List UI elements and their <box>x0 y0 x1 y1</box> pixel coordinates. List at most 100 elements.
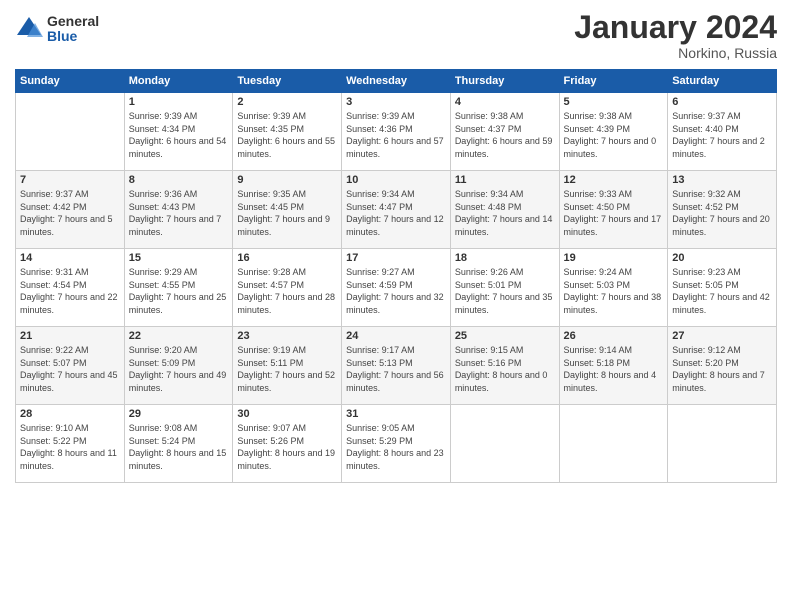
calendar-cell: 30 Sunrise: 9:07 AMSunset: 5:26 PMDaylig… <box>233 405 342 483</box>
col-friday: Friday <box>559 70 668 93</box>
week-row-5: 28 Sunrise: 9:10 AMSunset: 5:22 PMDaylig… <box>16 405 777 483</box>
calendar-cell: 27 Sunrise: 9:12 AMSunset: 5:20 PMDaylig… <box>668 327 777 405</box>
day-info: Sunrise: 9:37 AMSunset: 4:42 PMDaylight:… <box>20 188 120 238</box>
day-info: Sunrise: 9:38 AMSunset: 4:39 PMDaylight:… <box>564 110 664 160</box>
day-number: 17 <box>346 252 446 264</box>
day-info: Sunrise: 9:35 AMSunset: 4:45 PMDaylight:… <box>237 188 337 238</box>
calendar-cell: 1 Sunrise: 9:39 AMSunset: 4:34 PMDayligh… <box>124 93 233 171</box>
day-info: Sunrise: 9:17 AMSunset: 5:13 PMDaylight:… <box>346 344 446 394</box>
day-info: Sunrise: 9:34 AMSunset: 4:47 PMDaylight:… <box>346 188 446 238</box>
day-info: Sunrise: 9:27 AMSunset: 4:59 PMDaylight:… <box>346 266 446 316</box>
day-number: 3 <box>346 96 446 108</box>
day-info: Sunrise: 9:28 AMSunset: 4:57 PMDaylight:… <box>237 266 337 316</box>
day-number: 29 <box>129 408 229 420</box>
calendar-cell: 23 Sunrise: 9:19 AMSunset: 5:11 PMDaylig… <box>233 327 342 405</box>
day-info: Sunrise: 9:22 AMSunset: 5:07 PMDaylight:… <box>20 344 120 394</box>
header-row: Sunday Monday Tuesday Wednesday Thursday… <box>16 70 777 93</box>
day-info: Sunrise: 9:36 AMSunset: 4:43 PMDaylight:… <box>129 188 229 238</box>
calendar-cell: 11 Sunrise: 9:34 AMSunset: 4:48 PMDaylig… <box>450 171 559 249</box>
logo: General Blue <box>15 14 99 45</box>
day-number: 30 <box>237 408 337 420</box>
day-number: 22 <box>129 330 229 342</box>
day-number: 7 <box>20 174 120 186</box>
calendar-cell: 6 Sunrise: 9:37 AMSunset: 4:40 PMDayligh… <box>668 93 777 171</box>
day-number: 21 <box>20 330 120 342</box>
day-info: Sunrise: 9:31 AMSunset: 4:54 PMDaylight:… <box>20 266 120 316</box>
col-wednesday: Wednesday <box>342 70 451 93</box>
calendar-cell: 10 Sunrise: 9:34 AMSunset: 4:47 PMDaylig… <box>342 171 451 249</box>
day-info: Sunrise: 9:14 AMSunset: 5:18 PMDaylight:… <box>564 344 664 394</box>
day-info: Sunrise: 9:12 AMSunset: 5:20 PMDaylight:… <box>672 344 772 394</box>
day-info: Sunrise: 9:39 AMSunset: 4:36 PMDaylight:… <box>346 110 446 160</box>
day-number: 18 <box>455 252 555 264</box>
col-saturday: Saturday <box>668 70 777 93</box>
calendar-cell: 31 Sunrise: 9:05 AMSunset: 5:29 PMDaylig… <box>342 405 451 483</box>
calendar-cell: 2 Sunrise: 9:39 AMSunset: 4:35 PMDayligh… <box>233 93 342 171</box>
day-number: 12 <box>564 174 664 186</box>
day-info: Sunrise: 9:29 AMSunset: 4:55 PMDaylight:… <box>129 266 229 316</box>
day-number: 4 <box>455 96 555 108</box>
col-sunday: Sunday <box>16 70 125 93</box>
header: General Blue January 2024 Norkino, Russi… <box>15 10 777 61</box>
week-row-3: 14 Sunrise: 9:31 AMSunset: 4:54 PMDaylig… <box>16 249 777 327</box>
day-number: 25 <box>455 330 555 342</box>
calendar-cell: 26 Sunrise: 9:14 AMSunset: 5:18 PMDaylig… <box>559 327 668 405</box>
day-info: Sunrise: 9:26 AMSunset: 5:01 PMDaylight:… <box>455 266 555 316</box>
calendar-cell: 19 Sunrise: 9:24 AMSunset: 5:03 PMDaylig… <box>559 249 668 327</box>
day-number: 9 <box>237 174 337 186</box>
calendar-cell: 22 Sunrise: 9:20 AMSunset: 5:09 PMDaylig… <box>124 327 233 405</box>
day-info: Sunrise: 9:32 AMSunset: 4:52 PMDaylight:… <box>672 188 772 238</box>
month-title: January 2024 <box>574 10 777 45</box>
week-row-1: 1 Sunrise: 9:39 AMSunset: 4:34 PMDayligh… <box>16 93 777 171</box>
calendar-cell: 20 Sunrise: 9:23 AMSunset: 5:05 PMDaylig… <box>668 249 777 327</box>
calendar-cell: 9 Sunrise: 9:35 AMSunset: 4:45 PMDayligh… <box>233 171 342 249</box>
calendar-cell: 3 Sunrise: 9:39 AMSunset: 4:36 PMDayligh… <box>342 93 451 171</box>
day-number: 6 <box>672 96 772 108</box>
calendar-cell <box>450 405 559 483</box>
day-number: 1 <box>129 96 229 108</box>
calendar-cell: 28 Sunrise: 9:10 AMSunset: 5:22 PMDaylig… <box>16 405 125 483</box>
col-monday: Monday <box>124 70 233 93</box>
calendar-cell: 16 Sunrise: 9:28 AMSunset: 4:57 PMDaylig… <box>233 249 342 327</box>
col-tuesday: Tuesday <box>233 70 342 93</box>
location: Norkino, Russia <box>574 45 777 61</box>
day-number: 27 <box>672 330 772 342</box>
day-info: Sunrise: 9:15 AMSunset: 5:16 PMDaylight:… <box>455 344 555 394</box>
calendar-cell: 15 Sunrise: 9:29 AMSunset: 4:55 PMDaylig… <box>124 249 233 327</box>
day-number: 2 <box>237 96 337 108</box>
day-number: 5 <box>564 96 664 108</box>
logo-icon <box>15 15 43 43</box>
calendar-cell: 13 Sunrise: 9:32 AMSunset: 4:52 PMDaylig… <box>668 171 777 249</box>
day-info: Sunrise: 9:19 AMSunset: 5:11 PMDaylight:… <box>237 344 337 394</box>
calendar-cell <box>668 405 777 483</box>
day-number: 28 <box>20 408 120 420</box>
calendar-cell: 8 Sunrise: 9:36 AMSunset: 4:43 PMDayligh… <box>124 171 233 249</box>
calendar-cell: 4 Sunrise: 9:38 AMSunset: 4:37 PMDayligh… <box>450 93 559 171</box>
week-row-4: 21 Sunrise: 9:22 AMSunset: 5:07 PMDaylig… <box>16 327 777 405</box>
calendar-cell: 18 Sunrise: 9:26 AMSunset: 5:01 PMDaylig… <box>450 249 559 327</box>
day-number: 13 <box>672 174 772 186</box>
day-number: 15 <box>129 252 229 264</box>
calendar-cell: 21 Sunrise: 9:22 AMSunset: 5:07 PMDaylig… <box>16 327 125 405</box>
col-thursday: Thursday <box>450 70 559 93</box>
logo-blue-text: Blue <box>47 29 99 44</box>
calendar-cell: 5 Sunrise: 9:38 AMSunset: 4:39 PMDayligh… <box>559 93 668 171</box>
day-info: Sunrise: 9:23 AMSunset: 5:05 PMDaylight:… <box>672 266 772 316</box>
day-info: Sunrise: 9:07 AMSunset: 5:26 PMDaylight:… <box>237 422 337 472</box>
day-number: 11 <box>455 174 555 186</box>
day-info: Sunrise: 9:39 AMSunset: 4:35 PMDaylight:… <box>237 110 337 160</box>
logo-text: General Blue <box>47 14 99 45</box>
calendar-table: Sunday Monday Tuesday Wednesday Thursday… <box>15 69 777 483</box>
day-info: Sunrise: 9:20 AMSunset: 5:09 PMDaylight:… <box>129 344 229 394</box>
day-number: 31 <box>346 408 446 420</box>
day-number: 24 <box>346 330 446 342</box>
logo-general-text: General <box>47 14 99 29</box>
day-info: Sunrise: 9:05 AMSunset: 5:29 PMDaylight:… <box>346 422 446 472</box>
calendar-cell: 12 Sunrise: 9:33 AMSunset: 4:50 PMDaylig… <box>559 171 668 249</box>
day-number: 14 <box>20 252 120 264</box>
day-info: Sunrise: 9:24 AMSunset: 5:03 PMDaylight:… <box>564 266 664 316</box>
calendar-cell: 24 Sunrise: 9:17 AMSunset: 5:13 PMDaylig… <box>342 327 451 405</box>
calendar-cell: 7 Sunrise: 9:37 AMSunset: 4:42 PMDayligh… <box>16 171 125 249</box>
day-info: Sunrise: 9:37 AMSunset: 4:40 PMDaylight:… <box>672 110 772 160</box>
day-info: Sunrise: 9:34 AMSunset: 4:48 PMDaylight:… <box>455 188 555 238</box>
